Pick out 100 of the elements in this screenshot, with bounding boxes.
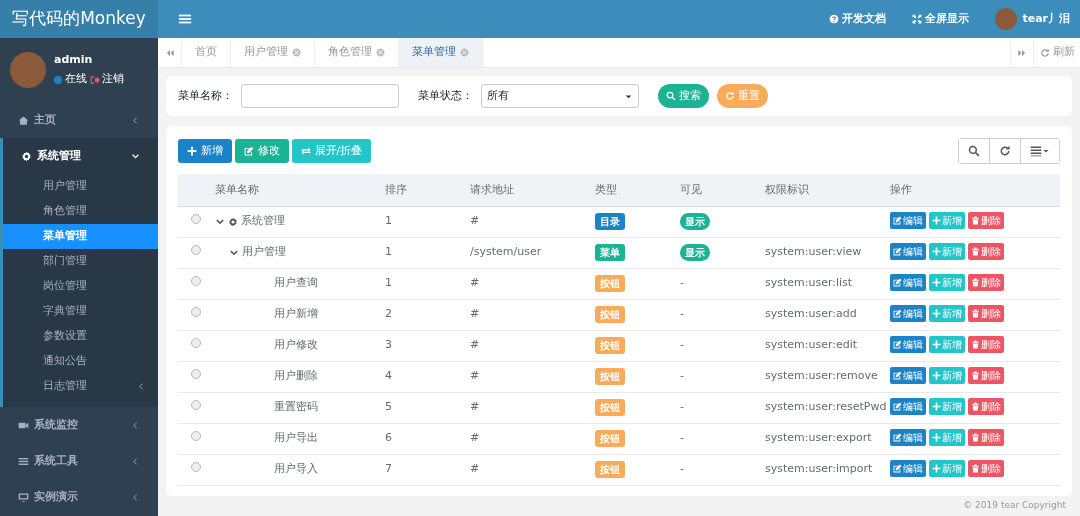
toolbar-button[interactable]: 修改 (234, 139, 289, 163)
logout-link[interactable]: 注销 (102, 71, 125, 88)
toolbar-button[interactable]: 展开/折叠 (291, 139, 372, 163)
list-icon (1030, 145, 1042, 157)
row-radio[interactable] (191, 400, 201, 411)
row-action-button[interactable]: 删除 (968, 429, 1004, 447)
close-icon[interactable] (376, 48, 385, 57)
topbar-link[interactable]: 全屏显示 (911, 10, 969, 28)
edit-icon (893, 278, 902, 288)
topbar-link[interactable]: 开发文档 (828, 10, 886, 28)
row-radio[interactable] (191, 462, 201, 473)
sidebar-subitem[interactable]: 用户管理 (3, 174, 158, 199)
sidebar-item[interactable]: 实例演示 (0, 479, 158, 515)
row-action-button[interactable]: 编辑 (890, 367, 926, 385)
row-action-button[interactable]: 新增 (929, 429, 965, 447)
row-action-button[interactable]: 新增 (929, 398, 965, 416)
page-tab[interactable]: 首页 (182, 38, 231, 67)
page-tab[interactable]: 用户管理 (231, 38, 315, 67)
plus-icon (932, 464, 941, 474)
sidebar-subitem[interactable]: 角色管理 (3, 199, 158, 224)
permission-cell: system:user:view (765, 245, 862, 259)
visible-cell: - (680, 462, 684, 476)
close-icon[interactable] (292, 48, 301, 57)
row-action-button[interactable]: 删除 (968, 243, 1004, 261)
plus-icon (932, 216, 941, 226)
name-input-field[interactable] (241, 84, 399, 108)
row-action-button[interactable]: 编辑 (890, 336, 926, 354)
search-button[interactable]: 搜索 (658, 84, 709, 108)
row-radio[interactable] (191, 276, 201, 287)
trash-icon (971, 371, 980, 381)
brand-title: 写代码的Monkey (0, 0, 158, 38)
search-icon (666, 91, 676, 101)
visible-cell: - (680, 431, 684, 445)
row-radio[interactable] (191, 214, 201, 225)
sidebar-item[interactable]: 主页 (0, 102, 158, 138)
plus-icon (932, 402, 941, 412)
menu-name: 用户导出 (273, 430, 318, 447)
status-select[interactable]: 所有 (481, 84, 639, 108)
column-header: 可见 (679, 174, 764, 206)
row-action-button[interactable]: 编辑 (890, 398, 926, 416)
sidebar-subitem[interactable]: 日志管理 (3, 374, 158, 399)
menu-name: 重置密码 (273, 399, 318, 416)
sidebar-subitem[interactable]: 菜单管理 (3, 224, 158, 249)
order-cell: 1 (384, 268, 469, 299)
sidebar-subitem[interactable]: 岗位管理 (3, 274, 158, 299)
row-action-button[interactable]: 新增 (929, 367, 965, 385)
trash-icon (971, 216, 980, 226)
status-dot (54, 75, 62, 84)
permission-cell: system:user:add (765, 307, 857, 321)
scroll-right-button[interactable] (1010, 38, 1035, 67)
row-action-button[interactable]: 编辑 (890, 429, 926, 447)
edit-icon (893, 402, 902, 412)
row-action-button[interactable]: 编辑 (890, 305, 926, 323)
user-menu[interactable]: tear丿泪 (1022, 10, 1070, 28)
row-action-button[interactable]: 编辑 (890, 274, 926, 292)
row-action-button[interactable]: 编辑 (890, 243, 926, 261)
url-cell: # (469, 268, 594, 299)
row-action-button[interactable]: 删除 (968, 460, 1004, 478)
sign-out-icon (89, 74, 100, 85)
plus-icon (932, 340, 941, 350)
row-action-button[interactable]: 新增 (929, 305, 965, 323)
row-action-button[interactable]: 新增 (929, 243, 965, 261)
sidebar-item[interactable]: 系统工具 (0, 443, 158, 479)
sidebar-subitem[interactable]: 参数设置 (3, 324, 158, 349)
row-action-button[interactable]: 新增 (929, 336, 965, 354)
sidebar-subitem[interactable]: 通知公告 (3, 349, 158, 374)
row-action-button[interactable]: 编辑 (890, 460, 926, 478)
row-action-button[interactable]: 删除 (968, 305, 1004, 323)
sidebar-subitem[interactable]: 字典管理 (3, 299, 158, 324)
row-action-button[interactable]: 删除 (968, 398, 1004, 416)
row-action-button[interactable]: 删除 (968, 212, 1004, 230)
reset-button[interactable]: 重置 (717, 84, 768, 108)
row-action-button[interactable]: 编辑 (890, 212, 926, 230)
row-action-button[interactable]: 新增 (929, 212, 965, 230)
row-radio[interactable] (191, 245, 201, 256)
row-radio[interactable] (191, 307, 201, 318)
row-radio[interactable] (191, 338, 201, 349)
row-action-button[interactable]: 新增 (929, 274, 965, 292)
edit-icon (893, 216, 902, 226)
search-button[interactable] (959, 139, 990, 163)
row-action-button[interactable]: 新增 (929, 460, 965, 478)
sidebar-item[interactable]: 系统监控 (0, 407, 158, 443)
page-tab[interactable]: 菜单管理 (399, 38, 483, 67)
refresh-button[interactable]: 刷新 (1034, 38, 1080, 67)
url-cell: # (469, 423, 594, 454)
row-radio[interactable] (191, 431, 201, 442)
visible-cell: - (680, 400, 684, 414)
visible-cell: - (680, 338, 684, 352)
close-icon[interactable] (460, 48, 469, 57)
toolbar-button[interactable]: 新增 (178, 139, 232, 163)
sidebar-subitem[interactable]: 部门管理 (3, 249, 158, 274)
edit-icon (893, 309, 902, 319)
column-header: 菜单名称 (214, 174, 384, 206)
trash-icon (971, 340, 980, 350)
row-action-button[interactable]: 删除 (968, 274, 1004, 292)
row-action-button[interactable]: 删除 (968, 367, 1004, 385)
row-action-button[interactable]: 删除 (968, 336, 1004, 354)
row-radio[interactable] (191, 369, 201, 380)
plus-icon (932, 247, 941, 257)
sidebar-item[interactable]: 系统管理 (3, 138, 158, 174)
